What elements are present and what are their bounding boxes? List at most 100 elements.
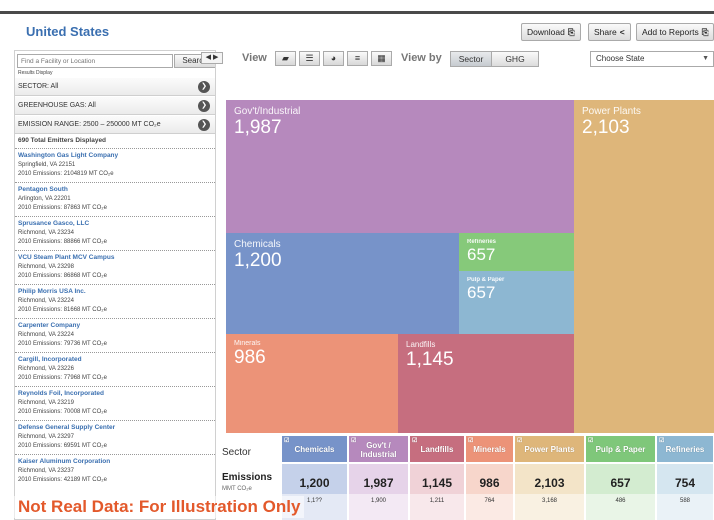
column-header[interactable]: ☑ Chemicals — [282, 436, 347, 462]
facility-sidebar: Search Results Display SECTOR: All ❯ GRE… — [14, 50, 216, 520]
facility-name-link[interactable]: Philip Morris USA Inc. — [18, 287, 212, 297]
ghg-toggle-button[interactable]: GHG — [491, 51, 539, 67]
view-label: View — [242, 52, 267, 64]
tile-pulp-paper[interactable]: Pulp & Paper 657 — [459, 271, 574, 334]
list-item[interactable]: VCU Steam Plant MCV Campus Richmond, VA … — [15, 250, 215, 284]
table-column-minerals[interactable]: ☑ Minerals 986 764 — [466, 436, 514, 520]
list-item[interactable]: Pentagon South Arlington, VA 22201 2010 … — [15, 182, 215, 216]
table-column-power-plants[interactable]: ☑ Power Plants 2,103 3,168 — [515, 436, 585, 520]
tile-landfills[interactable]: Landfills 1,145 — [398, 334, 574, 433]
facility-address: Arlington, VA 22201 — [18, 196, 71, 202]
emission-range-filter[interactable]: EMISSION RANGE: 2500 – 250000 MT CO₂e ❯ — [15, 116, 215, 134]
tile-govt-industrial[interactable]: Gov't/Industrial 1,987 — [226, 100, 574, 233]
tile-value: 657 — [467, 283, 496, 302]
chevron-right-icon[interactable]: ❯ — [198, 81, 210, 93]
secondary-value: 1,211 — [429, 498, 445, 504]
chevron-right-icon[interactable]: ❯ — [198, 119, 210, 131]
add-to-reports-button[interactable]: Add to Reports ⎘ — [636, 23, 714, 41]
column-header-label: Gov't / Industrial — [360, 441, 397, 459]
list-item[interactable]: Cargill, Incorporated Richmond, VA 23226… — [15, 352, 215, 386]
facility-name-link[interactable]: VCU Steam Plant MCV Campus — [18, 253, 212, 263]
tile-label: Chemicals — [234, 239, 281, 250]
total-emitters-label: 690 Total Emitters Displayed — [18, 137, 107, 144]
tile-value: 1,145 — [406, 349, 454, 370]
column-header[interactable]: ☑ Pulp & Paper — [586, 436, 655, 462]
emissions-value: 1,145 — [421, 476, 453, 490]
tile-chemicals[interactable]: Chemicals 1,200 — [226, 233, 459, 334]
column-header[interactable]: ☑ Refineries — [657, 436, 713, 462]
page-title: United States — [26, 24, 110, 39]
column-header[interactable]: ☑ Gov't / Industrial — [349, 436, 408, 462]
tile-label: Power Plants — [582, 106, 641, 117]
list-item[interactable]: Philip Morris USA Inc. Richmond, VA 2322… — [15, 284, 215, 318]
map-icon[interactable]: ▰ — [275, 51, 296, 66]
secondary-value: 486 — [615, 498, 626, 504]
list-item[interactable]: Reynolds Foil, Incorporated Richmond, VA… — [15, 386, 215, 420]
choose-state-select[interactable]: Choose State ▼ — [590, 51, 714, 67]
list-item[interactable]: Sprusance Gasco, LLC Richmond, VA 23234 … — [15, 216, 215, 250]
facility-name-link[interactable]: Cargill, Incorporated — [18, 355, 212, 365]
emissions-value: 1,200 — [299, 476, 330, 490]
table-column-landfills[interactable]: ☑ Landfills 1,145 1,211 — [410, 436, 465, 520]
search-row: Search — [17, 54, 215, 68]
list-item[interactable]: Defense General Supply Center Richmond, … — [15, 420, 215, 454]
column-header[interactable]: ☑ Power Plants — [515, 436, 584, 462]
list-item[interactable]: Carpenter Company Richmond, VA 23224 201… — [15, 318, 215, 352]
table-column-govt-industrial[interactable]: ☑ Gov't / Industrial 1,987 1,900 — [349, 436, 409, 520]
sidebar-toggle-arrows[interactable]: ◀ ▶ — [201, 52, 223, 64]
tile-label: Gov't/Industrial — [234, 106, 301, 117]
tile-minerals[interactable]: Minerals 986 — [226, 334, 398, 433]
tile-power-plants[interactable]: Power Plants 2,103 — [574, 100, 714, 433]
facility-name-link[interactable]: Carpenter Company — [18, 321, 212, 331]
top-strip — [0, 0, 714, 14]
tile-refineries[interactable]: Refineries 657 — [459, 233, 574, 271]
list-item[interactable]: Washington Gas Light Company Springfield… — [15, 148, 215, 182]
share-button[interactable]: Share < — [588, 23, 631, 41]
checkbox-icon[interactable]: ☑ — [412, 437, 417, 446]
share-label: Share — [594, 27, 617, 37]
column-header[interactable]: ☑ Landfills — [410, 436, 464, 462]
checkbox-icon[interactable]: ☑ — [588, 437, 593, 446]
pie-icon[interactable]: ◕ — [323, 51, 344, 66]
checkbox-icon[interactable]: ☑ — [517, 437, 522, 446]
checkbox-icon[interactable]: ☑ — [351, 437, 356, 446]
tile-value: 1,200 — [234, 250, 282, 271]
facility-emissions: 2010 Emissions: 70008 MT CO₂e — [18, 409, 107, 415]
column-header-label: Refineries — [665, 445, 705, 454]
emission-range-label: EMISSION RANGE: 2500 – 250000 MT CO₂e — [18, 121, 161, 128]
chevron-right-icon[interactable]: ❯ — [198, 100, 210, 112]
column-header-label: Landfills — [420, 445, 454, 454]
tile-label: Minerals — [234, 340, 261, 347]
emissions-value: 754 — [674, 476, 696, 490]
table-column-refineries[interactable]: ☑ Refineries 754 588 — [657, 436, 714, 520]
search-input[interactable] — [17, 54, 173, 68]
facility-emissions: 2010 Emissions: 42189 MT CO₂e — [18, 477, 107, 483]
sector-toggle-button[interactable]: Sector — [450, 51, 492, 67]
facility-name-link[interactable]: Washington Gas Light Company — [18, 151, 212, 161]
download-button[interactable]: Download ⎘ — [521, 23, 581, 41]
greenhouse-gas-filter[interactable]: GREENHOUSE GAS: All ❯ — [15, 97, 215, 115]
view-by-label: View by — [401, 52, 442, 64]
list-item[interactable]: Kaiser Aluminum Corporation Richmond, VA… — [15, 454, 215, 488]
tile-label: Refineries — [467, 239, 497, 245]
facility-name-link[interactable]: Pentagon South — [18, 185, 212, 195]
checkbox-icon[interactable]: ☑ — [284, 437, 289, 446]
facility-address: Richmond, VA 23219 — [18, 400, 74, 406]
checkbox-icon[interactable]: ☑ — [468, 437, 473, 446]
add-to-reports-label: Add to Reports — [642, 27, 699, 37]
facility-emissions: 2010 Emissions: 69591 MT CO₂e — [18, 443, 107, 449]
bar-icon[interactable]: ≡ — [347, 51, 368, 66]
column-header[interactable]: ☑ Minerals — [466, 436, 513, 462]
sector-filter[interactable]: SECTOR: All ❯ — [15, 78, 215, 96]
facility-name-link[interactable]: Sprusance Gasco, LLC — [18, 219, 212, 229]
facility-name-link[interactable]: Defense General Supply Center — [18, 423, 212, 433]
facility-name-link[interactable]: Kaiser Aluminum Corporation — [18, 457, 212, 467]
facility-name-link[interactable]: Reynolds Foil, Incorporated — [18, 389, 212, 399]
secondary-value: 3,168 — [541, 498, 557, 504]
checkbox-icon[interactable]: ☑ — [659, 437, 664, 446]
table-column-pulp-paper[interactable]: ☑ Pulp & Paper 657 486 — [586, 436, 656, 520]
list-icon[interactable]: ☰ — [299, 51, 320, 66]
download-label: Download — [527, 27, 565, 37]
tree-icon[interactable]: ▦ — [371, 51, 392, 66]
emissions-row-label: Emissions — [222, 472, 273, 483]
